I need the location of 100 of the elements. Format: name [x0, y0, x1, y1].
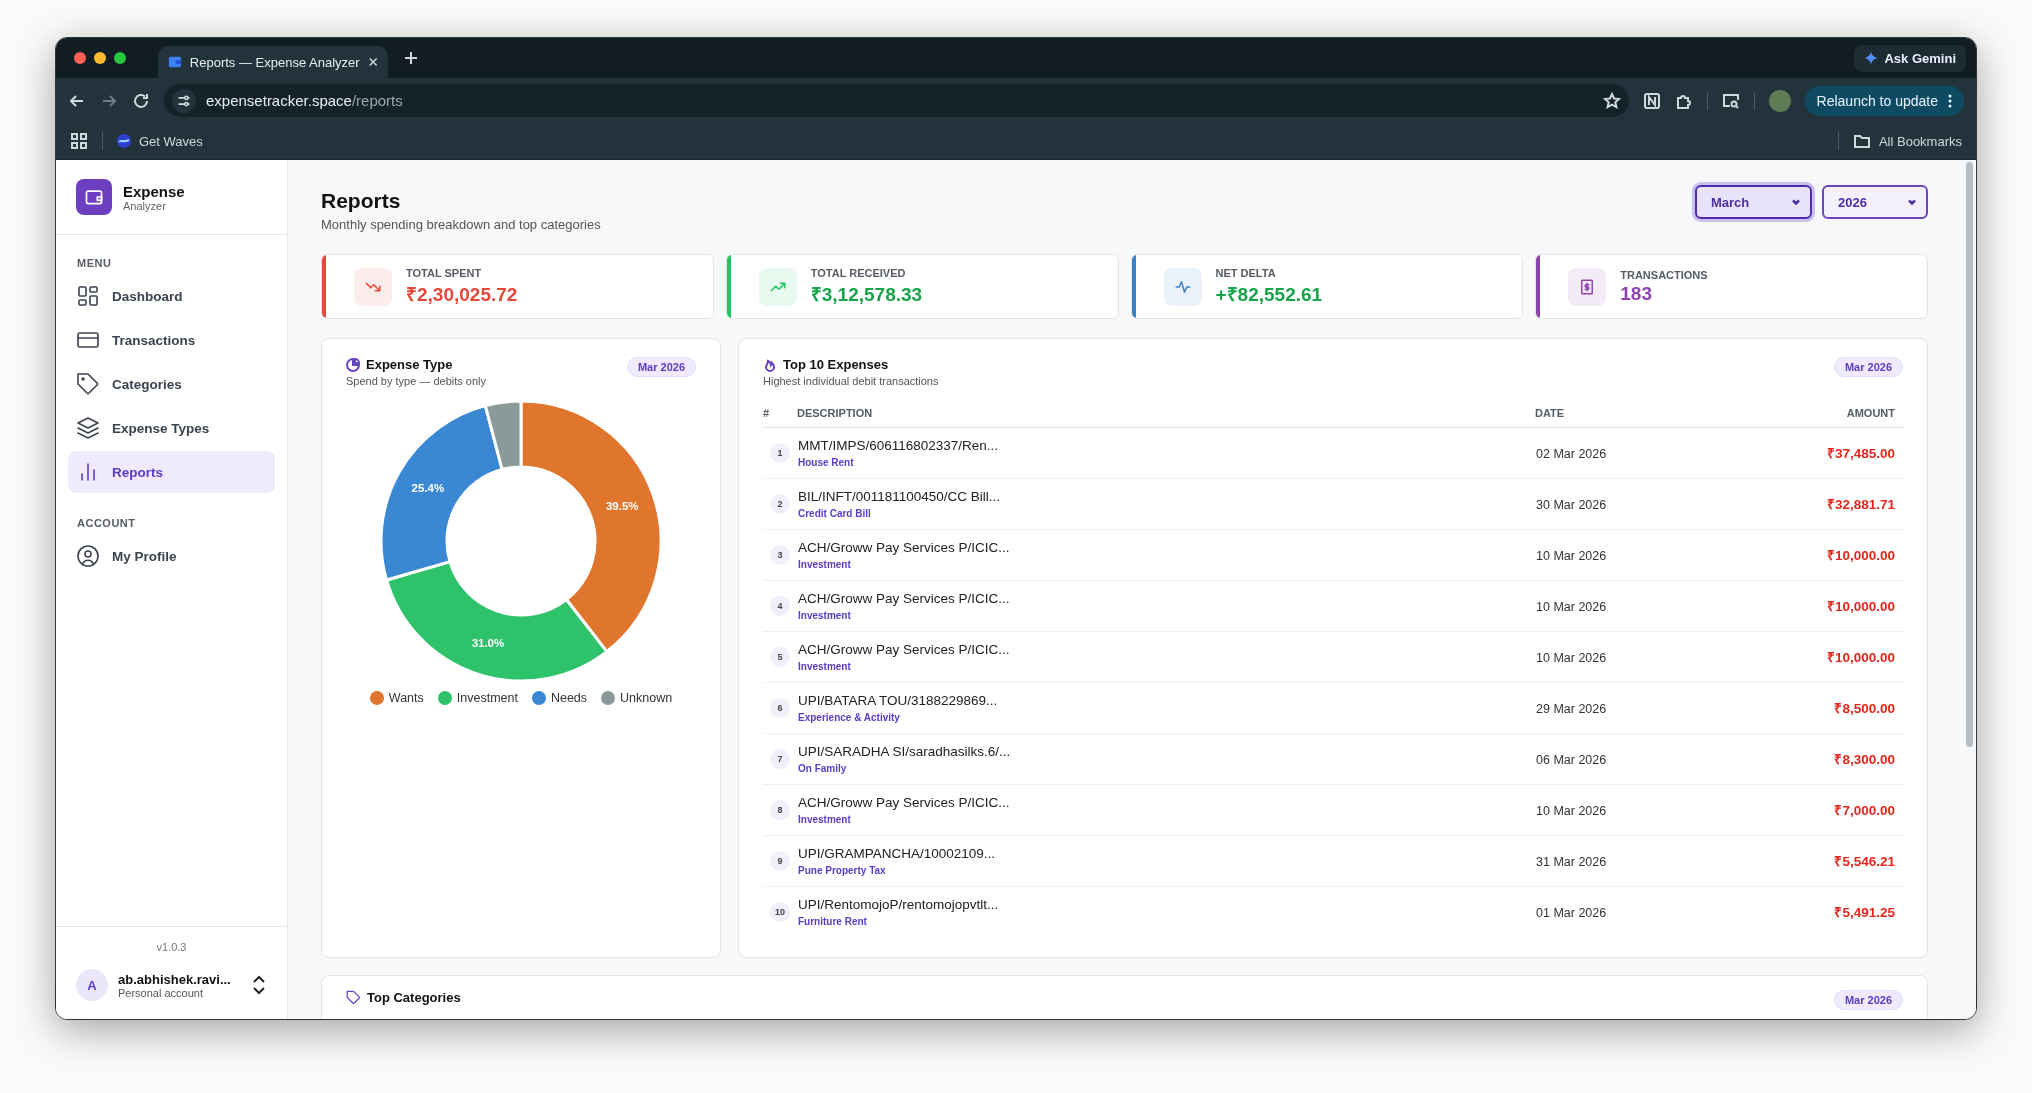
- scrollbar[interactable]: [1966, 162, 1973, 747]
- transaction-date: 10 Mar 2026: [1536, 599, 1607, 614]
- address-bar[interactable]: expensetracker.space/reports: [164, 84, 1629, 117]
- transaction-amount: ₹10,000.00: [1826, 548, 1895, 563]
- category-label: Credit Card Bill: [798, 508, 872, 519]
- browser-tab[interactable]: Reports — Expense Analyzer: [158, 46, 388, 78]
- sidebar-item[interactable]: Expense Types: [68, 407, 275, 449]
- category-label: Investment: [798, 610, 852, 621]
- slice-label: 39.5%: [605, 500, 639, 513]
- transaction-date: 10 Mar 2026: [1536, 803, 1607, 818]
- card-title: Expense Type: [346, 357, 487, 372]
- card-subtitle: Spend by type — debits only: [346, 375, 487, 387]
- transaction-amount: ₹10,000.00: [1826, 599, 1895, 614]
- transaction-amount: ₹5,546.21: [1834, 854, 1895, 869]
- layers-icon: [76, 416, 100, 440]
- wallet-logo-icon: [76, 179, 112, 215]
- user-circle-icon: [76, 544, 100, 568]
- card-title: Top Categories: [346, 990, 461, 1005]
- stat-label: TOTAL RECEIVED: [810, 266, 907, 279]
- section-heading: MENU: [76, 256, 113, 271]
- transaction-date: 06 Mar 2026: [1536, 752, 1607, 767]
- legend-label: Needs: [550, 691, 588, 705]
- close-window-button[interactable]: [74, 52, 86, 64]
- rank-badge: 5: [770, 647, 790, 667]
- ask-gemini-button[interactable]: Ask Gemini: [1854, 44, 1966, 72]
- stat-value: 183: [1620, 282, 1653, 305]
- stat-label: TOTAL SPENT: [406, 266, 483, 279]
- flame-icon: [763, 357, 777, 372]
- pie-chart-icon: [346, 357, 360, 372]
- legend-label: Unknown: [620, 691, 673, 705]
- sidebar-item[interactable]: Reports: [68, 451, 275, 493]
- rank-badge: 8: [770, 800, 790, 820]
- transaction-description: MMT/IMPS/606116802337/Ren...: [798, 438, 1000, 453]
- category-label: Pune Property Tax: [798, 865, 887, 876]
- dropdown[interactable]: March: [1695, 185, 1812, 219]
- reload-icon[interactable]: [132, 91, 150, 110]
- slice-label: 25.4%: [411, 482, 445, 495]
- transaction-amount: ₹7,000.00: [1834, 803, 1895, 818]
- tag-icon: [346, 990, 361, 1005]
- rank-badge: 4: [770, 596, 790, 616]
- more-vertical-icon: [1948, 93, 1952, 108]
- period-badge: Mar 2026: [626, 357, 696, 377]
- profile-avatar[interactable]: [1768, 89, 1791, 112]
- all-bookmarks-button[interactable]: All Bookmarks: [1852, 132, 1962, 150]
- column-header: DESCRIPTION: [797, 407, 873, 419]
- sidebar-item[interactable]: Transactions: [68, 319, 275, 361]
- app-name: Expense: [123, 182, 185, 200]
- category-label: Investment: [798, 559, 852, 570]
- card-subtitle: Highest individual debit transactions: [763, 375, 939, 387]
- stat-label: NET DELTA: [1215, 266, 1277, 279]
- page-title: Reports: [321, 189, 402, 213]
- transaction-description: BIL/INFT/001181100450/CC Bill...: [798, 489, 1002, 504]
- transaction-amount: ₹8,300.00: [1834, 752, 1895, 767]
- period-badge: Mar 2026: [1833, 990, 1903, 1010]
- transaction-description: ACH/Groww Pay Services P/ICIC...: [798, 642, 1011, 657]
- category-label: Experience & Activity: [798, 712, 901, 723]
- rank-badge: 2: [770, 494, 790, 514]
- relaunch-button[interactable]: Relaunch to update: [1804, 85, 1964, 116]
- tab-search-icon[interactable]: [1721, 91, 1740, 110]
- transaction-amount: ₹37,485.00: [1826, 446, 1895, 461]
- stat-value: +₹82,552.61: [1215, 282, 1323, 307]
- version-label: v1.0.3: [155, 941, 188, 953]
- close-icon[interactable]: [367, 56, 378, 68]
- category-label: Investment: [798, 814, 852, 825]
- transaction-description: ACH/Groww Pay Services P/ICIC...: [798, 540, 1011, 555]
- zoom-window-button[interactable]: [114, 52, 126, 64]
- card-title: Top 10 Expenses: [763, 357, 939, 372]
- user-avatar: A: [76, 969, 108, 1001]
- minimize-window-button[interactable]: [94, 52, 106, 64]
- sidebar-item[interactable]: My Profile: [68, 535, 275, 577]
- transaction-amount: ₹8,500.00: [1834, 701, 1895, 716]
- new-tab-icon[interactable]: [402, 49, 420, 67]
- bookmark[interactable]: Get Waves: [117, 133, 203, 149]
- page-subtitle: Monthly spending breakdown and top categories: [321, 217, 601, 232]
- transaction-description: ACH/Groww Pay Services P/ICIC...: [798, 795, 1011, 810]
- transaction-amount: ₹10,000.00: [1826, 650, 1895, 665]
- chevron-up-down-icon[interactable]: [251, 975, 267, 995]
- transaction-date: 29 Mar 2026: [1536, 701, 1607, 716]
- section-heading: ACCOUNT: [76, 516, 137, 531]
- dropdown[interactable]: 2026: [1822, 185, 1928, 219]
- sidebar-item[interactable]: Categories: [68, 363, 275, 405]
- legend-label: Wants: [388, 691, 424, 705]
- category-label: Furniture Rent: [798, 916, 868, 927]
- transaction-description: UPI/BATARA TOU/3188229869...: [798, 693, 999, 708]
- transaction-description: UPI/GRAMPANCHA/10002109...: [798, 846, 997, 861]
- column-header: DATE: [1535, 407, 1565, 419]
- sparkle-icon: [1864, 51, 1879, 65]
- site-settings-icon[interactable]: [177, 93, 191, 108]
- notebook-icon[interactable]: [1642, 91, 1661, 110]
- stat-value: ₹3,12,578.33: [810, 282, 923, 307]
- user-name: ab.abhishek.ravi...: [118, 971, 231, 987]
- transaction-date: 01 Mar 2026: [1536, 905, 1607, 920]
- rank-badge: 1: [770, 443, 790, 463]
- sidebar-item[interactable]: Dashboard: [68, 275, 275, 317]
- transaction-date: 10 Mar 2026: [1536, 650, 1607, 665]
- rank-badge: 7: [770, 749, 790, 769]
- apps-grid-icon[interactable]: [70, 132, 88, 150]
- legend-label: Investment: [456, 691, 518, 705]
- star-icon[interactable]: [1602, 91, 1621, 110]
- rank-badge: 3: [770, 545, 790, 565]
